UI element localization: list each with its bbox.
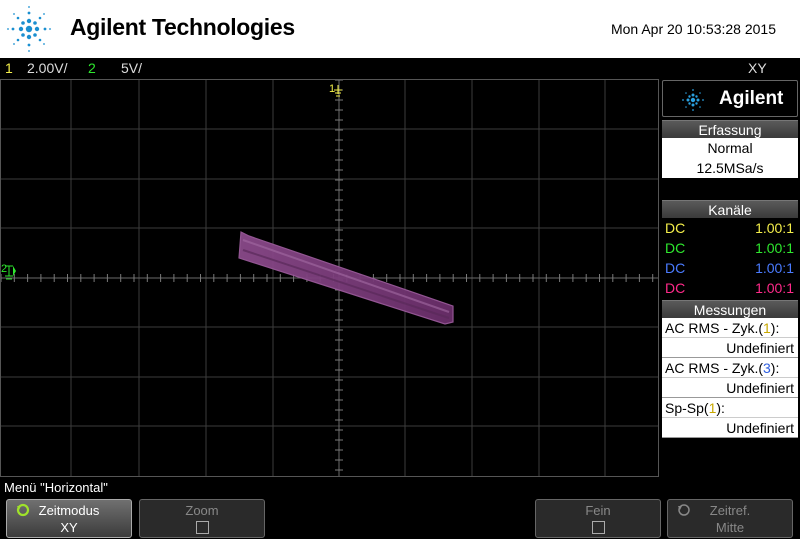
panel-brand-box: Agilent bbox=[662, 80, 798, 117]
channel-row: DC 1.00:1 bbox=[662, 238, 798, 258]
zoom-softkey[interactable]: Zoom bbox=[139, 499, 265, 538]
measurement-value: Undefiniert bbox=[726, 340, 794, 356]
zeitmodus-softkey[interactable]: Zeitmodus XY bbox=[6, 499, 132, 538]
fein-softkey[interactable]: Fein bbox=[535, 499, 661, 538]
acquisition-rate: 12.5MSa/s bbox=[696, 160, 764, 176]
acquisition-header: Erfassung bbox=[662, 120, 798, 138]
brand-title: Agilent Technologies bbox=[70, 14, 295, 40]
channel-probe-ratio: 1.00:1 bbox=[755, 220, 794, 236]
channel-status-bar: 1 2.00V/ 2 5V/ XY bbox=[0, 58, 800, 78]
fein-label: Fein bbox=[585, 503, 611, 518]
ch1-ground-marker[interactable]: 1 bbox=[329, 83, 342, 97]
zoom-checkbox[interactable] bbox=[195, 521, 209, 534]
acquisition-mode: Normal bbox=[707, 140, 753, 156]
channel-coupling: DC bbox=[665, 220, 686, 236]
channel-coupling: DC bbox=[665, 280, 686, 296]
panel-brand-name: Agilent bbox=[719, 88, 784, 109]
time-mode-indicator: XY bbox=[748, 60, 767, 76]
agilent-spark-small-icon bbox=[682, 89, 704, 111]
measurement-value-row: Undefiniert bbox=[662, 378, 798, 398]
channel-probe-ratio: 1.00:1 bbox=[755, 240, 794, 256]
measurement-channel: 1 bbox=[763, 320, 771, 336]
measurement-label-suffix: ): bbox=[770, 360, 780, 376]
ch1-number[interactable]: 1 bbox=[5, 60, 13, 76]
measurement-label-row: AC RMS - Zyk.(1): bbox=[662, 318, 798, 338]
fein-checkbox[interactable] bbox=[591, 521, 605, 534]
measurement-label-prefix: AC RMS - Zyk.( bbox=[665, 320, 763, 336]
zeitmodus-label: Zeitmodus bbox=[38, 503, 100, 518]
measurement-label: AC RMS - Zyk.(1): bbox=[665, 318, 779, 338]
ch1-scale[interactable]: 2.00V/ bbox=[27, 60, 67, 76]
channel-probe-ratio: 1.00:1 bbox=[755, 260, 794, 276]
measurement-value: Undefiniert bbox=[726, 380, 794, 396]
measurement-label-row: AC RMS - Zyk.(3): bbox=[662, 358, 798, 378]
info-panel: Agilent Erfassung Normal 12.5MSa/s Kanäl… bbox=[660, 80, 800, 478]
header-bar: Agilent Technologies Mon Apr 20 10:53:28… bbox=[0, 0, 800, 58]
zoom-label: Zoom bbox=[185, 503, 219, 518]
ch2-scale[interactable]: 5V/ bbox=[121, 60, 142, 76]
graticule: 1 2 bbox=[1, 80, 658, 476]
measurement-label: Sp-Sp(1): bbox=[665, 398, 725, 418]
zeitref-softkey[interactable]: Zeitref. Mitte bbox=[667, 499, 793, 538]
measurement-label-suffix: ): bbox=[770, 320, 780, 336]
measurement-label-suffix: ): bbox=[716, 400, 725, 416]
zeitref-label: Zeitref. bbox=[709, 503, 751, 518]
datetime-label: Mon Apr 20 10:53:28 2015 bbox=[610, 21, 776, 37]
measurements-list: AC RMS - Zyk.(1): Undefiniert AC RMS - Zyk… bbox=[662, 318, 798, 438]
zeitref-value: Mitte bbox=[715, 520, 745, 535]
measurement-value-row: Undefiniert bbox=[662, 338, 798, 358]
channel-row: DC 1.00:1 bbox=[662, 278, 798, 298]
channel-coupling: DC bbox=[665, 240, 686, 256]
measurement-value-row: Undefiniert bbox=[662, 418, 798, 438]
acquisition-body: Normal 12.5MSa/s bbox=[662, 138, 798, 178]
ch1-marker-label: 1 bbox=[329, 83, 335, 95]
agilent-spark-logo-icon bbox=[7, 6, 51, 52]
ch2-ground-marker[interactable]: 2 bbox=[1, 263, 16, 280]
measurement-label-prefix: AC RMS - Zyk.( bbox=[665, 360, 763, 376]
ch2-number[interactable]: 2 bbox=[88, 60, 96, 76]
waveform-display[interactable]: 1 2 bbox=[0, 79, 659, 477]
channels-header: Kanäle bbox=[662, 200, 798, 218]
measurement-channel: 3 bbox=[763, 360, 771, 376]
zeitmodus-value: XY bbox=[60, 520, 78, 535]
measurement-value: Undefiniert bbox=[726, 420, 794, 436]
channel-coupling: DC bbox=[665, 260, 686, 276]
measurement-label: AC RMS - Zyk.(3): bbox=[665, 358, 779, 378]
menu-title: Menü "Horizontal" bbox=[4, 480, 108, 495]
channels-list: DC 1.00:1 DC 1.00:1 DC 1.00:1 DC 1.00:1 bbox=[662, 218, 798, 298]
channel-probe-ratio: 1.00:1 bbox=[755, 280, 794, 296]
ch2-marker-label: 2 bbox=[1, 263, 7, 275]
channel-row: DC 1.00:1 bbox=[662, 218, 798, 238]
measurement-label-row: Sp-Sp(1): bbox=[662, 398, 798, 418]
measurement-label-prefix: Sp-Sp( bbox=[665, 400, 709, 416]
measurements-header: Messungen bbox=[662, 300, 798, 318]
channel-row: DC 1.00:1 bbox=[662, 258, 798, 278]
